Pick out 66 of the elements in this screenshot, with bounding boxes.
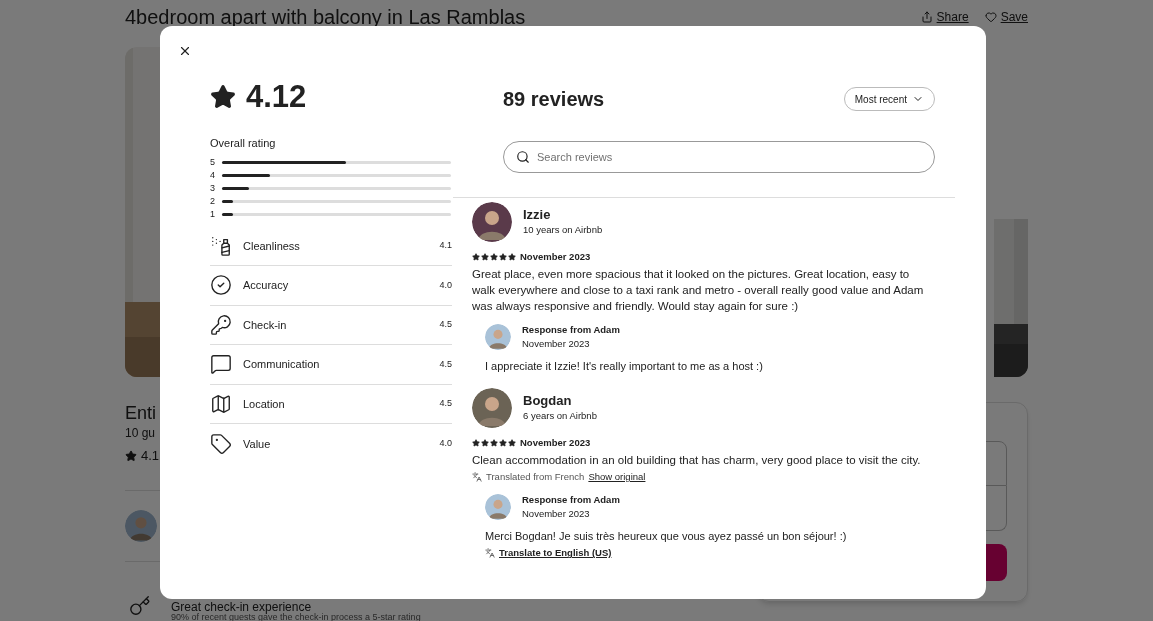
key-icon [129, 594, 151, 617]
response-text: I appreciate it Izzie! It's really important to me as a host :) [485, 359, 764, 374]
heart-icon [984, 11, 997, 23]
review-date: November 2023 [520, 250, 591, 264]
share-icon [920, 11, 933, 23]
reviewer-tenure: 6 years on Airbnb [523, 409, 597, 423]
translate-icon [485, 548, 495, 559]
review-date: November 2023 [520, 436, 591, 450]
search-icon [516, 150, 530, 164]
category-name: Value [243, 436, 272, 452]
star-icon [210, 84, 236, 110]
response-title: Response from Adam [522, 493, 620, 508]
guest-count: 10 gu [125, 425, 156, 442]
review-count: 89 reviews [503, 87, 605, 112]
user-avatar [125, 509, 157, 542]
star-level-label: 4 [210, 170, 216, 180]
category-name: Check-in [243, 317, 288, 333]
share-link[interactable]: Share [920, 8, 969, 26]
translation-note: Translated from French [486, 470, 585, 484]
response-date: November 2023 [522, 337, 591, 351]
spray-bottle-icon [210, 234, 232, 257]
review-text: Great place, even more spacious that it looked on the pictures. Great location, easy to walk everywhere and close to a taxi rank and metro - overall really good value and Adam was always responsive and friendly. Would stay again for sure :) [472, 267, 925, 314]
category-name: Cleanliness [243, 238, 301, 254]
show-original-link[interactable]: Show original [588, 470, 646, 485]
overall-rating-label: Overall rating [210, 136, 277, 151]
response-title: Response from Adam [522, 323, 620, 337]
user-avatar [472, 202, 512, 242]
category-score: 4.5 [439, 357, 452, 371]
reviewer-tenure: 10 years on Airbnb [523, 223, 603, 237]
star-level-label: 2 [210, 196, 216, 206]
star-level-label: 5 [210, 157, 216, 167]
category-name: Accuracy [243, 278, 290, 293]
chat-bubble-icon [210, 353, 232, 376]
user-avatar [485, 324, 511, 350]
search-input[interactable]: Search reviews [537, 148, 922, 166]
star-level-label: 1 [210, 209, 216, 219]
reviewer-name: Izzie [523, 207, 552, 223]
star-icon [125, 449, 137, 462]
key-icon [210, 313, 232, 336]
user-avatar [472, 388, 512, 428]
translate-icon [472, 472, 482, 483]
user-avatar [485, 494, 511, 521]
check-circle-icon [210, 274, 232, 297]
translate-link[interactable]: Translate to English (US) [499, 546, 612, 561]
listing-type: Enti [125, 402, 157, 424]
listing-title: 4bedroom apart with balcony in Las Ramblas [125, 5, 526, 29]
category-score: 4.0 [439, 437, 452, 450]
category-score: 4.0 [439, 278, 452, 292]
review-text: Clean accommodation in an old building that has charm, very good place to visit the city. [472, 453, 922, 468]
category-name: Location [243, 396, 286, 412]
close-icon [178, 44, 192, 58]
category-score: 4.5 [439, 318, 452, 331]
response-text: Merci Bogdan! Je suis très heureux que vous ayez passé un bon séjour! :) [485, 529, 848, 545]
rating-value: 4.1 [141, 447, 160, 465]
save-link[interactable]: Save [984, 8, 1028, 26]
overall-rating: 4.12 [246, 79, 307, 115]
highlight-title: Great check-in experience [171, 600, 312, 613]
category-score: 4.1 [439, 239, 452, 252]
star-level-label: 3 [210, 183, 216, 193]
highlight-text: 90% of recent guests gave the check-in process a 5-star rating [171, 612, 421, 621]
reviewer-name: Bogdan [523, 393, 573, 409]
map-icon [210, 392, 232, 415]
category-name: Communication [243, 357, 321, 372]
tag-icon [210, 432, 232, 455]
response-date: November 2023 [522, 507, 591, 522]
category-score: 4.5 [439, 397, 452, 410]
